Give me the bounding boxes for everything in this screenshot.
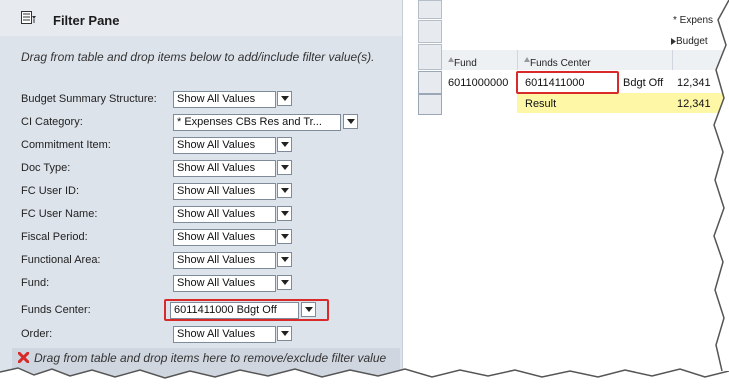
torn-edge-decoration xyxy=(0,0,729,385)
